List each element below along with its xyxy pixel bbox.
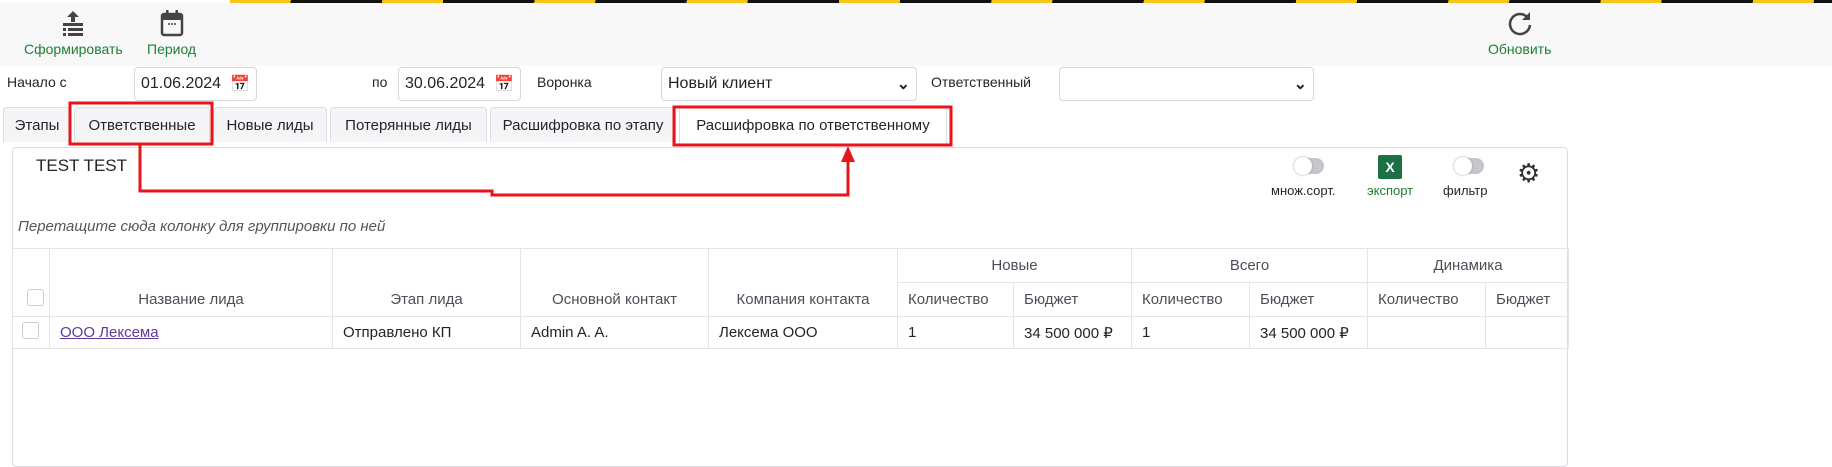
calendar-icon[interactable]: 📅 (494, 74, 514, 94)
upload-list-icon (63, 11, 84, 36)
contact-cell: Admin A. A. (520, 316, 709, 349)
calendar-icon[interactable]: 📅 (230, 74, 250, 94)
group-total: Всего (1131, 248, 1368, 283)
col-dyn-budget[interactable]: Бюджет (1485, 282, 1569, 317)
toolbar: Сформировать Период Обновить (0, 3, 1832, 66)
row-checkbox[interactable] (22, 322, 39, 339)
select-all-checkbox[interactable] (27, 289, 44, 306)
col-lead-name[interactable]: Название лида (49, 248, 333, 317)
tab-responsible-breakdown[interactable]: Расшифровка по ответственному (679, 106, 947, 144)
row-checkbox-cell (12, 316, 50, 349)
dyn-count-cell (1367, 316, 1486, 349)
export-button[interactable]: экспорт (1367, 183, 1413, 198)
total-count-cell: 1 (1131, 316, 1250, 349)
tab-stages[interactable]: Этапы (3, 107, 71, 142)
end-date-label: по (372, 74, 388, 90)
new-budget-cell: 34 500 000 ₽ (1013, 316, 1132, 349)
gear-icon[interactable]: ⚙ (1517, 160, 1540, 186)
filter-toggle[interactable] (1454, 157, 1484, 175)
chevron-down-icon: ⌄ (896, 76, 910, 93)
chevron-down-icon: ⌄ (1293, 76, 1307, 93)
multisort-label: множ.сорт. (1271, 183, 1336, 198)
group-new: Новые (897, 248, 1132, 283)
multisort-toggle[interactable] (1294, 157, 1324, 175)
company-cell: Лексема ООО (708, 316, 898, 349)
select-all-cell (12, 248, 50, 317)
funnel-select[interactable]: Новый клиент ⌄ (661, 67, 917, 101)
col-new-count[interactable]: Количество (897, 282, 1014, 317)
panel-title: TEST TEST (36, 156, 128, 175)
period-button[interactable]: Период (147, 9, 196, 57)
refresh-button[interactable]: Обновить (1488, 9, 1551, 57)
lead-link[interactable]: ООО Лексема (60, 324, 159, 341)
end-date-value: 30.06.2024 (405, 75, 486, 92)
tab-responsible[interactable]: Ответственные (74, 107, 210, 142)
col-total-budget[interactable]: Бюджет (1249, 282, 1368, 317)
responsible-select[interactable]: ⌄ (1059, 67, 1314, 101)
total-budget-cell: 34 500 000 ₽ (1249, 316, 1368, 349)
excel-icon[interactable]: X (1378, 155, 1402, 179)
col-contact-company[interactable]: Компания контакта (708, 248, 898, 317)
calendar-icon (160, 10, 183, 37)
col-new-budget[interactable]: Бюджет (1013, 282, 1132, 317)
data-table: Название лида Этап лида Основной контакт… (12, 248, 1569, 349)
lead-name-cell: ООО Лексема (49, 316, 333, 349)
period-label: Период (147, 41, 197, 57)
dyn-budget-cell (1485, 316, 1569, 349)
col-total-count[interactable]: Количество (1131, 282, 1250, 317)
generate-label: Сформировать (24, 41, 123, 57)
responsible-label: Ответственный (931, 74, 1031, 90)
col-main-contact[interactable]: Основной контакт (520, 248, 709, 317)
funnel-value: Новый клиент (668, 75, 773, 92)
start-date-input[interactable]: 01.06.2024 📅 (134, 67, 257, 101)
col-dyn-count[interactable]: Количество (1367, 282, 1486, 317)
end-date-input[interactable]: 30.06.2024 📅 (398, 67, 521, 101)
group-drop-zone[interactable]: Перетащите сюда колонку для группировки … (18, 218, 385, 235)
start-date-value: 01.06.2024 (141, 75, 222, 92)
tab-stage-breakdown[interactable]: Расшифровка по этапу (490, 107, 676, 142)
refresh-label: Обновить (1488, 41, 1552, 57)
funnel-label: Воронка (537, 74, 592, 90)
table-row: ООО Лексема Отправлено КП Admin A. A. Ле… (12, 316, 1569, 349)
col-lead-stage[interactable]: Этап лида (332, 248, 521, 317)
generate-button[interactable]: Сформировать (24, 9, 123, 57)
new-count-cell: 1 (897, 316, 1014, 349)
group-dynamics: Динамика (1367, 248, 1569, 283)
tab-lost-leads[interactable]: Потерянные лиды (330, 107, 487, 142)
filter-label: фильтр (1443, 183, 1488, 198)
tab-new-leads[interactable]: Новые лиды (213, 107, 327, 142)
lead-stage-cell: Отправлено КП (332, 316, 521, 349)
refresh-icon (1508, 12, 1531, 36)
start-date-label: Начало с (7, 74, 67, 90)
